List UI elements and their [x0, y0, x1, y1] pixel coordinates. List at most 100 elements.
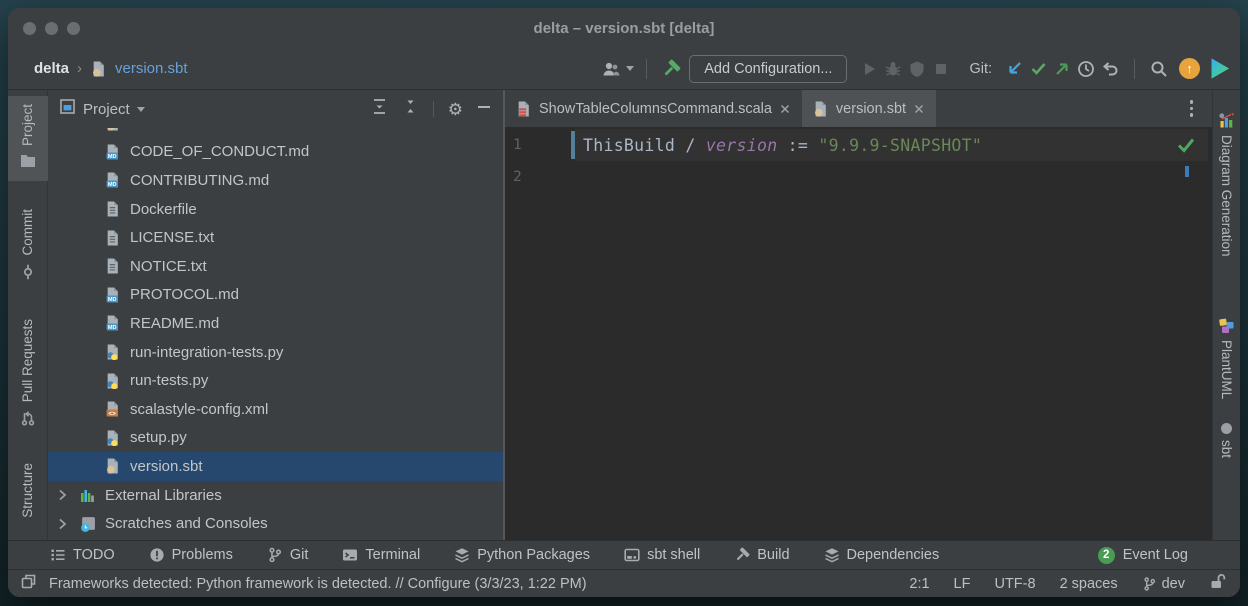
rollback-icon[interactable] [1098, 57, 1122, 81]
update-notification-icon[interactable]: ↑ [1179, 58, 1200, 79]
git-push-icon[interactable] [1050, 57, 1074, 81]
tool-window-button-label: sbt shell [647, 547, 700, 563]
status-bar: Frameworks detected: Python framework is… [8, 569, 1240, 597]
tree-item-notice-txt[interactable]: NOTICE.txt [48, 252, 503, 281]
tool-window-button-label: Python Packages [477, 547, 590, 563]
breadcrumb-separator: › [77, 60, 82, 77]
line-separator[interactable]: LF [954, 576, 971, 592]
tree-item-run-integration-tests-py[interactable]: run-integration-tests.py [48, 338, 503, 367]
unlock-icon[interactable] [1209, 573, 1226, 594]
tool-window-button-dependencies[interactable]: Dependencies [824, 547, 940, 563]
tool-window-button-problems[interactable]: Problems [149, 547, 233, 563]
tree-item-scalastyle-config-xml[interactable]: <> scalastyle-config.xml [48, 395, 503, 424]
user-dropdown-arrow-icon[interactable] [626, 66, 634, 71]
cursor-position[interactable]: 2:1 [909, 576, 929, 592]
inspections-ok-icon[interactable] [1176, 136, 1196, 158]
close-tab-icon[interactable] [780, 104, 790, 114]
code-line-1[interactable]: 1ThisBuild / version := "9.9.9-SNAPSHOT" [505, 129, 1212, 161]
tab-options-kebab-icon[interactable] [1187, 97, 1197, 120]
stripe-tab-diagram-generation-label[interactable]: Diagram Generation [1219, 135, 1234, 257]
stripe-tab-sbt-label[interactable]: sbt [1219, 440, 1234, 458]
tree-item-label: build.sbt [130, 128, 186, 132]
left-tool-stripe: Project Commit Pull Requests Structure [8, 90, 48, 540]
close-tab-icon[interactable] [914, 104, 924, 114]
tree-item-external-libraries[interactable]: External Libraries [48, 481, 503, 510]
history-clock-icon[interactable] [1074, 57, 1098, 81]
tree-item-label: Dockerfile [130, 201, 197, 218]
stripe-tab-structure[interactable]: Structure [8, 455, 48, 526]
md-file-icon: MD [105, 287, 121, 303]
diagram-generation-icon[interactable] [1218, 112, 1235, 129]
plantuml-icon[interactable] [1218, 317, 1235, 334]
tree-item-label: README.md [130, 315, 219, 332]
run-icon[interactable] [857, 57, 881, 81]
chevron-right-icon[interactable] [58, 518, 68, 530]
tree-item-protocol-md[interactable]: MDPROTOCOL.md [48, 281, 503, 310]
git-update-icon[interactable] [1002, 57, 1026, 81]
editor-tab-showtablecolumnscommand-scala[interactable]: ShowTableColumnsCommand.scala [505, 90, 802, 127]
chevron-right-icon[interactable] [58, 489, 68, 501]
event-log-button[interactable]: 2 Event Log [1098, 547, 1188, 564]
tree-item-setup-py[interactable]: setup.py [48, 424, 503, 453]
tree-item-code-of-conduct-md[interactable]: MDCODE_OF_CONDUCT.md [48, 138, 503, 167]
tree-item-contributing-md[interactable]: MDCONTRIBUTING.md [48, 166, 503, 195]
tree-item-scratches-and-consoles[interactable]: Scratches and Consoles [48, 509, 503, 538]
tree-item-license-txt[interactable]: LICENSE.txt [48, 223, 503, 252]
stripe-tab-commit[interactable]: Commit [8, 201, 48, 293]
tool-window-button-sbt-shell[interactable]: sbt shell [624, 547, 700, 563]
tool-window-switcher-icon[interactable] [20, 573, 37, 594]
stripe-tab-pull-requests[interactable]: Pull Requests [8, 311, 48, 439]
expand-all-icon[interactable] [371, 98, 388, 120]
tool-window-button-label: Git [290, 547, 309, 563]
stop-icon[interactable] [929, 57, 953, 81]
stripe-tab-project[interactable]: Project [8, 96, 48, 181]
editor-tab-version-sbt[interactable]: version.sbt [802, 90, 936, 127]
header-divider [433, 101, 434, 117]
add-configuration-button[interactable]: Add Configuration... [689, 55, 847, 83]
project-view-dropdown-icon[interactable] [137, 107, 145, 112]
sbt-stripe-icon[interactable] [1221, 423, 1232, 434]
svg-text:<>: <> [108, 411, 116, 418]
git-label: Git: [969, 61, 992, 77]
code-line-2[interactable]: 2 [505, 161, 1212, 193]
hide-panel-icon[interactable] [477, 100, 491, 119]
python-file-icon [105, 430, 121, 446]
run-with-coverage-icon[interactable] [905, 57, 929, 81]
git-commit-check-icon[interactable] [1026, 57, 1050, 81]
tool-window-button-label: Dependencies [847, 547, 940, 563]
md-file-icon: MD [105, 144, 121, 160]
file-encoding[interactable]: UTF-8 [994, 576, 1035, 592]
project-tree: build.sbt MDCODE_OF_CONDUCT.mdMDCONTRIBUT… [48, 128, 503, 540]
search-icon[interactable] [1147, 57, 1171, 81]
scratches-file-icon [80, 516, 96, 532]
user-profile-icon[interactable] [599, 57, 623, 81]
tree-item-build-sbt[interactable]: build.sbt [48, 128, 503, 138]
problems-icon [149, 547, 165, 563]
breadcrumb-project[interactable]: delta [34, 60, 69, 77]
tool-window-button-terminal[interactable]: Terminal [342, 547, 420, 563]
tree-item-run-tests-py[interactable]: run-tests.py [48, 366, 503, 395]
gradient-play-icon[interactable] [1208, 58, 1230, 80]
project-panel-title[interactable]: Project [83, 101, 130, 118]
collapse-all-icon[interactable] [402, 98, 419, 120]
code-editor[interactable]: 1ThisBuild / version := "9.9.9-SNAPSHOT"… [505, 128, 1212, 540]
status-message[interactable]: Frameworks detected: Python framework is… [49, 576, 587, 592]
stripe-tab-plantuml-label[interactable]: PlantUML [1219, 340, 1234, 399]
indent-style[interactable]: 2 spaces [1060, 576, 1118, 592]
line-number[interactable]: 1 [505, 137, 575, 153]
tree-item-label: scalastyle-config.xml [130, 401, 268, 418]
right-tool-stripe: Diagram Generation PlantUML sbt [1212, 90, 1240, 540]
tool-window-button-todo[interactable]: TODO [50, 547, 115, 563]
build-hammer-icon[interactable] [659, 57, 683, 81]
breadcrumb-file[interactable]: version.sbt [115, 60, 188, 77]
tool-window-button-python-packages[interactable]: Python Packages [454, 547, 590, 563]
tool-window-button-build[interactable]: Build [734, 547, 789, 563]
line-number[interactable]: 2 [505, 169, 575, 185]
tree-item-version-sbt[interactable]: version.sbt [48, 452, 503, 481]
git-branch-widget[interactable]: dev [1142, 576, 1185, 592]
debug-bug-icon[interactable] [881, 57, 905, 81]
settings-gear-icon[interactable]: ⚙ [448, 101, 463, 118]
tree-item-readme-md[interactable]: MDREADME.md [48, 309, 503, 338]
tree-item-dockerfile[interactable]: Dockerfile [48, 195, 503, 224]
tool-window-button-git[interactable]: Git [267, 547, 309, 563]
